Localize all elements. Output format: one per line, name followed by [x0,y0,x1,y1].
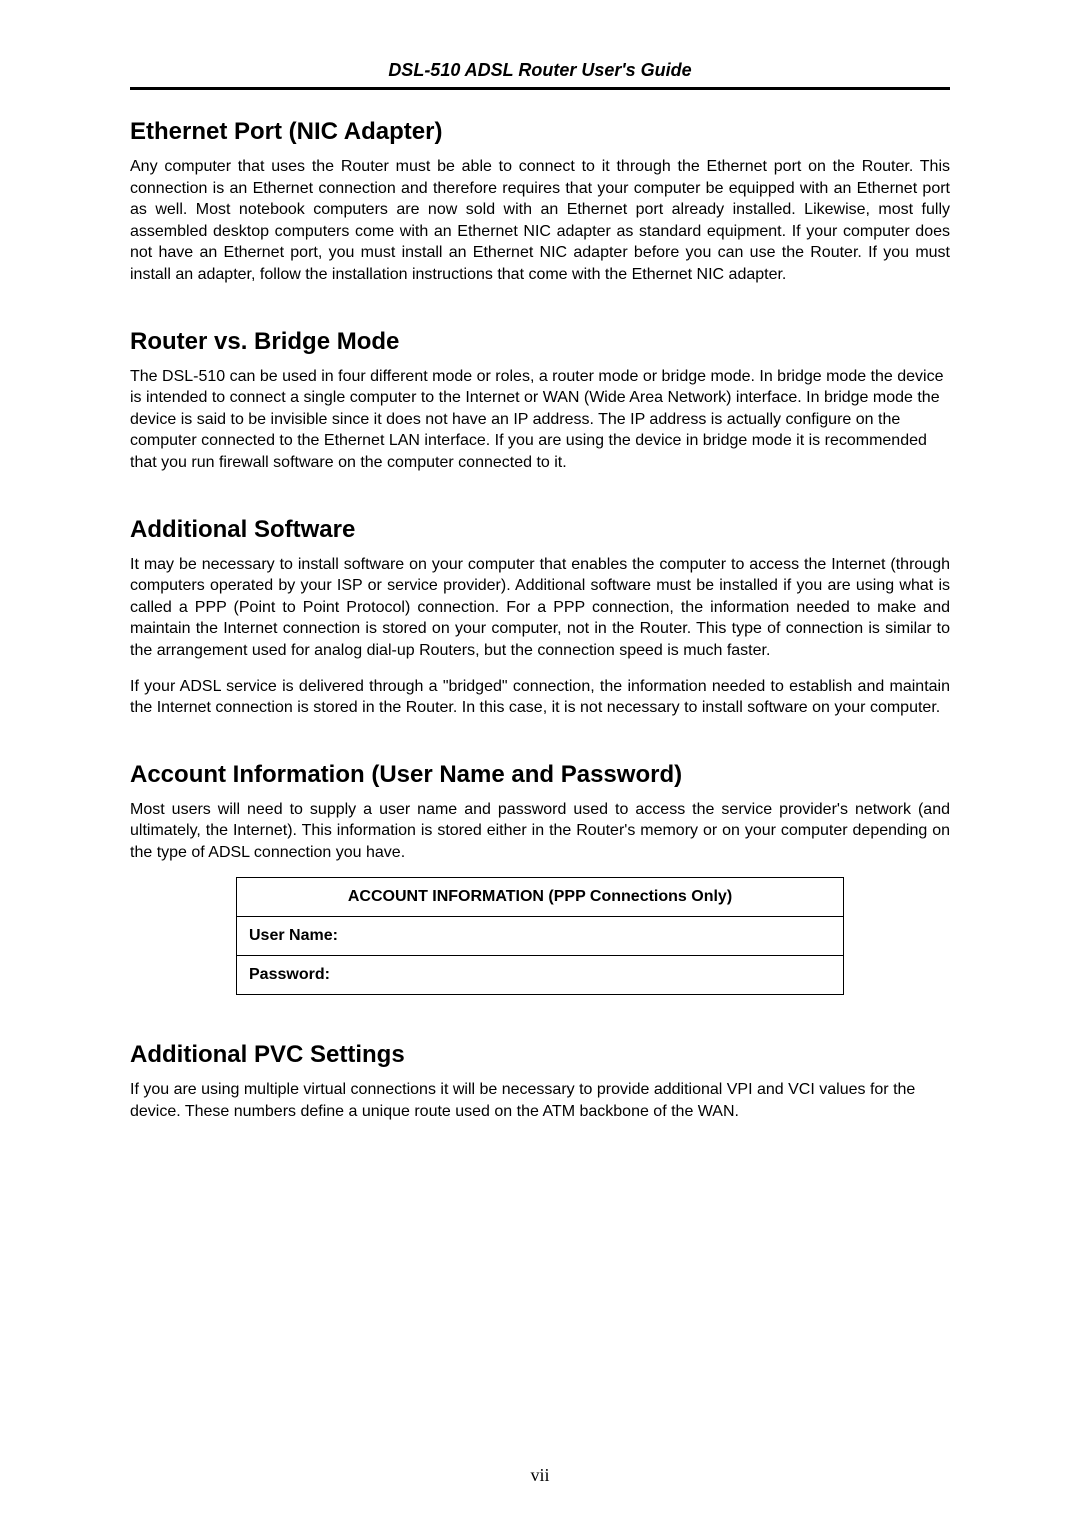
paragraph: If you are using multiple virtual connec… [130,1079,950,1122]
running-header: DSL-510 ADSL Router User's Guide [130,60,950,90]
table-cell-password: Password: [237,956,844,995]
section-heading-router-bridge: Router vs. Bridge Mode [130,328,950,356]
password-label: Password: [249,966,330,983]
paragraph: Any computer that uses the Router must b… [130,156,950,286]
table-header-cell: ACCOUNT INFORMATION (PPP Connections Onl… [237,878,844,917]
table-cell-user-name: User Name: [237,917,844,956]
user-name-label: User Name: [249,927,338,944]
table-row: ACCOUNT INFORMATION (PPP Connections Onl… [237,878,844,917]
section-heading-pvc: Additional PVC Settings [130,1041,950,1069]
section-heading-account-info: Account Information (User Name and Passw… [130,761,950,789]
section-heading-additional-software: Additional Software [130,516,950,544]
table-row: User Name: [237,917,844,956]
paragraph: It may be necessary to install software … [130,554,950,662]
paragraph: If your ADSL service is delivered throug… [130,676,950,719]
document-page: DSL-510 ADSL Router User's Guide Etherne… [0,0,1080,1528]
paragraph: Most users will need to supply a user na… [130,799,950,864]
account-info-table: ACCOUNT INFORMATION (PPP Connections Onl… [236,877,844,995]
table-row: Password: [237,956,844,995]
page-number: vii [0,1465,1080,1486]
paragraph: The DSL-510 can be used in four differen… [130,366,950,474]
section-heading-ethernet: Ethernet Port (NIC Adapter) [130,118,950,146]
